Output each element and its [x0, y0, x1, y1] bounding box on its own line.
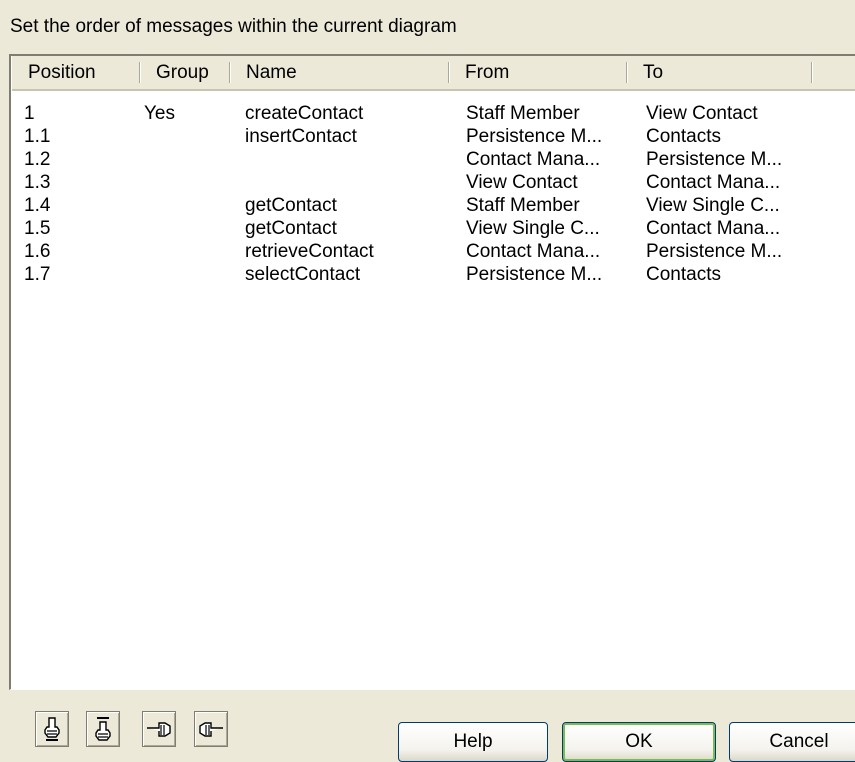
cell-from: Contact Mana... [466, 241, 601, 262]
cell-position: 1.4 [24, 195, 51, 216]
cell-position: 1.5 [24, 218, 51, 239]
move-right-icon [199, 722, 223, 737]
column-header-group[interactable]: Group [140, 56, 230, 89]
cell-to: View Contact [646, 103, 758, 124]
cell-name: createContact [245, 103, 364, 124]
cell-to: View Single C... [646, 195, 780, 216]
cell-position: 1.2 [24, 149, 51, 170]
column-header-position[interactable]: Position [12, 56, 140, 89]
move-up-icon [44, 717, 60, 741]
cell-from: Contact Mana... [466, 149, 601, 170]
cell-group: Yes [144, 103, 175, 124]
cell-from: Staff Member [466, 195, 580, 216]
table-row[interactable]: 1.1 insertContact Persistence M... Conta… [12, 126, 852, 148]
cell-to: Contact Mana... [646, 172, 781, 193]
move-up-button[interactable] [35, 711, 69, 747]
cell-name: getContact [245, 218, 337, 239]
cell-name: retrieveContact [245, 241, 374, 262]
table-row[interactable]: 1.5 getContact View Single C... Contact … [12, 218, 852, 240]
cell-name: getContact [245, 195, 337, 216]
cancel-button[interactable]: Cancel [729, 722, 855, 762]
cell-position: 1.7 [24, 264, 51, 285]
table-row[interactable]: 1.3 View Contact Contact Mana... [12, 172, 852, 194]
table-row[interactable]: 1 Yes createContact Staff Member View Co… [12, 103, 852, 125]
move-down-icon [95, 717, 111, 741]
table-row[interactable]: 1.6 retrieveContact Contact Mana... Pers… [12, 241, 852, 263]
cell-position: 1.6 [24, 241, 51, 262]
move-down-button[interactable] [86, 711, 120, 747]
cell-to: Contacts [646, 264, 721, 285]
cell-from: Persistence M... [466, 126, 603, 147]
move-right-button[interactable] [194, 711, 228, 747]
ok-button[interactable]: OK [562, 722, 716, 762]
cell-name: selectContact [245, 264, 361, 285]
table-row[interactable]: 1.2 Contact Mana... Persistence M... [12, 149, 852, 171]
column-header-from[interactable]: From [449, 56, 627, 89]
cell-from: Staff Member [466, 103, 580, 124]
cell-from: Persistence M... [466, 264, 603, 285]
column-header-name[interactable]: Name [230, 56, 449, 89]
cell-position: 1.1 [24, 126, 51, 147]
cell-from: View Single C... [466, 218, 600, 239]
cell-position: 1.3 [24, 172, 51, 193]
cell-position: 1 [24, 103, 35, 124]
help-button[interactable]: Help [398, 722, 548, 762]
list-header: Position Group Name From To [12, 56, 855, 91]
table-row[interactable]: 1.7 selectContact Persistence M... Conta… [12, 264, 852, 286]
cell-from: View Contact [466, 172, 578, 193]
cell-to: Contacts [646, 126, 721, 147]
cell-name: insertContact [245, 126, 357, 147]
instruction-text: Set the order of messages within the cur… [10, 16, 457, 37]
move-left-button[interactable] [142, 711, 176, 747]
column-header-to[interactable]: To [627, 56, 812, 89]
cell-to: Persistence M... [646, 241, 783, 262]
cell-to: Persistence M... [646, 149, 783, 170]
move-left-icon [147, 722, 171, 737]
cell-to: Contact Mana... [646, 218, 781, 239]
table-row[interactable]: 1.4 getContact Staff Member View Single … [12, 195, 852, 217]
